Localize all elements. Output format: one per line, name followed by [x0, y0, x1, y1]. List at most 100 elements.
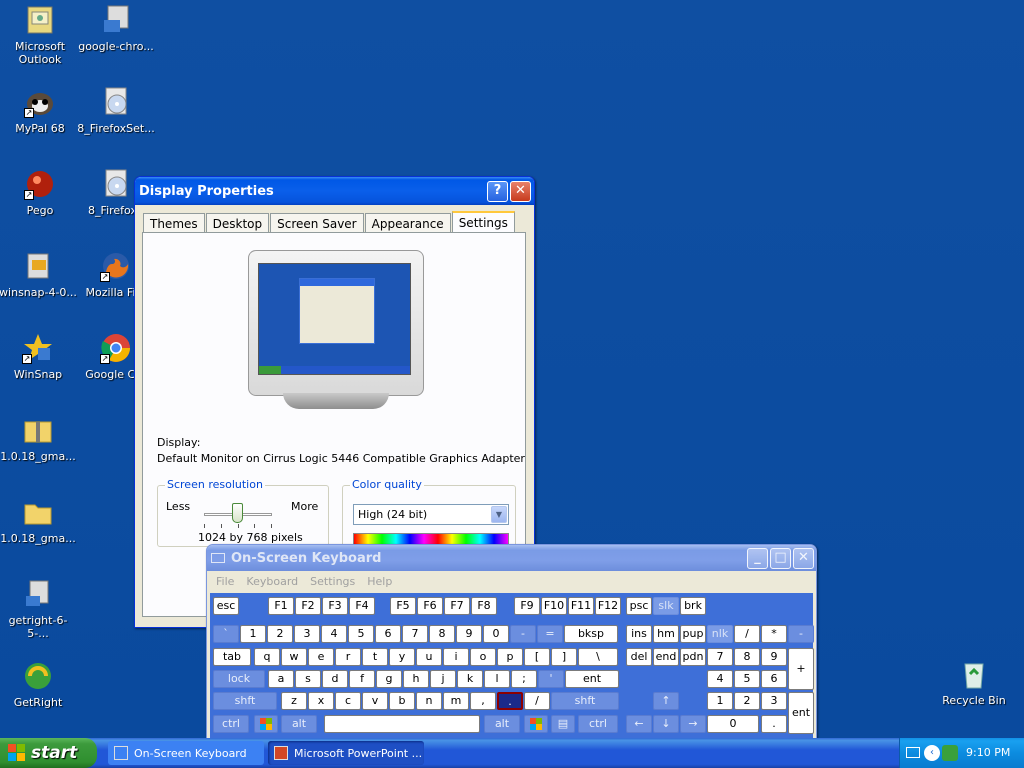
- key-top-16[interactable]: pdn: [680, 648, 706, 666]
- key-space-8[interactable]: 0: [707, 715, 759, 733]
- key-top-9[interactable]: o: [470, 648, 496, 666]
- key-bottom-8[interactable]: ,: [470, 692, 496, 710]
- key-fn-0[interactable]: esc: [213, 597, 239, 615]
- menu-file[interactable]: File: [216, 575, 234, 588]
- menu-settings[interactable]: Settings: [310, 575, 355, 588]
- key-home-9[interactable]: l: [484, 670, 510, 688]
- key-num-8[interactable]: 8: [429, 625, 455, 643]
- desktop-icon-winsnap[interactable]: ↗ WinSnap: [0, 332, 78, 381]
- key-fn-12[interactable]: F12: [595, 597, 621, 615]
- key-top-8[interactable]: i: [443, 648, 469, 666]
- taskbar-item-powerpoint[interactable]: Microsoft PowerPoint ...: [268, 741, 424, 765]
- key-num-19[interactable]: *: [761, 625, 787, 643]
- help-button[interactable]: ?: [487, 181, 508, 202]
- key-fn-13[interactable]: psc: [626, 597, 652, 615]
- key-top-20[interactable]: +: [788, 648, 814, 690]
- key-home-10[interactable]: ;: [511, 670, 537, 688]
- key-home-12[interactable]: ent: [565, 670, 619, 688]
- key-top-1[interactable]: q: [254, 648, 280, 666]
- key-top-11[interactable]: [: [524, 648, 550, 666]
- tab-appearance[interactable]: Appearance: [364, 213, 451, 233]
- chevron-left-icon[interactable]: ‹: [924, 745, 940, 761]
- key-space-3[interactable]: alt: [484, 715, 520, 733]
- key-space-6[interactable]: ↓: [653, 715, 679, 733]
- key-top-13[interactable]: \: [578, 648, 618, 666]
- keyboard-tray-icon[interactable]: [906, 747, 920, 758]
- menu-help[interactable]: Help: [367, 575, 392, 588]
- key-space-5[interactable]: ←: [626, 715, 652, 733]
- menu-key-icon[interactable]: ▤: [551, 715, 575, 733]
- windows-key-icon[interactable]: [254, 715, 278, 733]
- key-num-4[interactable]: 4: [321, 625, 347, 643]
- desktop-icon-google-chrome-installer[interactable]: google-chro...: [76, 4, 156, 53]
- key-home-1[interactable]: a: [268, 670, 294, 688]
- key-top-12[interactable]: ]: [551, 648, 577, 666]
- key-fn-4[interactable]: F4: [349, 597, 375, 615]
- start-button[interactable]: start: [0, 738, 97, 768]
- desktop-icon-getright-installer[interactable]: getright-6-5-...: [0, 578, 78, 640]
- key-bottom-15[interactable]: 3: [761, 692, 787, 710]
- key-home-5[interactable]: g: [376, 670, 402, 688]
- key-fn-7[interactable]: F7: [444, 597, 470, 615]
- menu-keyboard[interactable]: Keyboard: [246, 575, 298, 588]
- key-bottom-5[interactable]: b: [389, 692, 415, 710]
- desktop-icon-zip-folder[interactable]: 1.0.18_gma...: [0, 414, 78, 463]
- desktop-icon-firefox-setup-1[interactable]: 8_FirefoxSet...: [76, 86, 156, 135]
- key-bottom-12[interactable]: ↑: [653, 692, 679, 710]
- key-fn-11[interactable]: F11: [568, 597, 594, 615]
- desktop-icon-recycle-bin[interactable]: Recycle Bin: [934, 658, 1014, 707]
- key-bottom-7[interactable]: m: [443, 692, 469, 710]
- key-num-11[interactable]: -: [510, 625, 536, 643]
- key-bottom-10[interactable]: /: [524, 692, 550, 710]
- key-bottom-0[interactable]: shft: [213, 692, 277, 710]
- key-space-2[interactable]: [324, 715, 480, 733]
- key-home-0[interactable]: lock: [213, 670, 265, 688]
- key-num-1[interactable]: 1: [240, 625, 266, 643]
- key-fn-6[interactable]: F6: [417, 597, 443, 615]
- color-quality-dropdown[interactable]: High (24 bit) ▼: [353, 504, 509, 525]
- key-home-3[interactable]: d: [322, 670, 348, 688]
- key-fn-3[interactable]: F3: [322, 597, 348, 615]
- key-space-0[interactable]: ctrl: [213, 715, 249, 733]
- key-space-4[interactable]: ctrl: [578, 715, 618, 733]
- key-bottom-3[interactable]: c: [335, 692, 361, 710]
- key-bottom-2[interactable]: x: [308, 692, 334, 710]
- key-home-15[interactable]: 6: [761, 670, 787, 688]
- key-num-14[interactable]: ins: [626, 625, 652, 643]
- key-top-7[interactable]: u: [416, 648, 442, 666]
- key-top-10[interactable]: p: [497, 648, 523, 666]
- key-fn-5[interactable]: F5: [390, 597, 416, 615]
- key-num-16[interactable]: pup: [680, 625, 706, 643]
- key-space-1[interactable]: alt: [281, 715, 317, 733]
- key-home-7[interactable]: j: [430, 670, 456, 688]
- key-num-6[interactable]: 6: [375, 625, 401, 643]
- key-fn-2[interactable]: F2: [295, 597, 321, 615]
- key-num-2[interactable]: 2: [267, 625, 293, 643]
- key-top-14[interactable]: del: [626, 648, 652, 666]
- key-top-5[interactable]: t: [362, 648, 388, 666]
- key-num-17[interactable]: nlk: [707, 625, 733, 643]
- desktop-icon-getright[interactable]: GetRight: [0, 660, 78, 709]
- key-fn-9[interactable]: F9: [514, 597, 540, 615]
- key-bottom-6[interactable]: n: [416, 692, 442, 710]
- key-top-2[interactable]: w: [281, 648, 307, 666]
- desktop-icon-winsnap-installer[interactable]: winsnap-4-0...: [0, 250, 78, 299]
- title-bar[interactable]: Display Properties ? ✕: [135, 177, 534, 205]
- key-num-10[interactable]: 0: [483, 625, 509, 643]
- taskbar-item-osk[interactable]: On-Screen Keyboard: [108, 741, 264, 765]
- key-num-18[interactable]: /: [734, 625, 760, 643]
- osk-close-button[interactable]: ✕: [793, 548, 814, 569]
- key-bottom-14[interactable]: 2: [734, 692, 760, 710]
- key-space-9[interactable]: .: [761, 715, 787, 733]
- windows-key-icon[interactable]: [524, 715, 548, 733]
- key-bottom-11[interactable]: shft: [551, 692, 619, 710]
- key-home-6[interactable]: h: [403, 670, 429, 688]
- key-top-0[interactable]: tab: [213, 648, 251, 666]
- key-num-7[interactable]: 7: [402, 625, 428, 643]
- key-fn-1[interactable]: F1: [268, 597, 294, 615]
- key-num-15[interactable]: hm: [653, 625, 679, 643]
- key-top-17[interactable]: 7: [707, 648, 733, 666]
- key-home-4[interactable]: f: [349, 670, 375, 688]
- key-top-18[interactable]: 8: [734, 648, 760, 666]
- key-home-11[interactable]: ': [538, 670, 564, 688]
